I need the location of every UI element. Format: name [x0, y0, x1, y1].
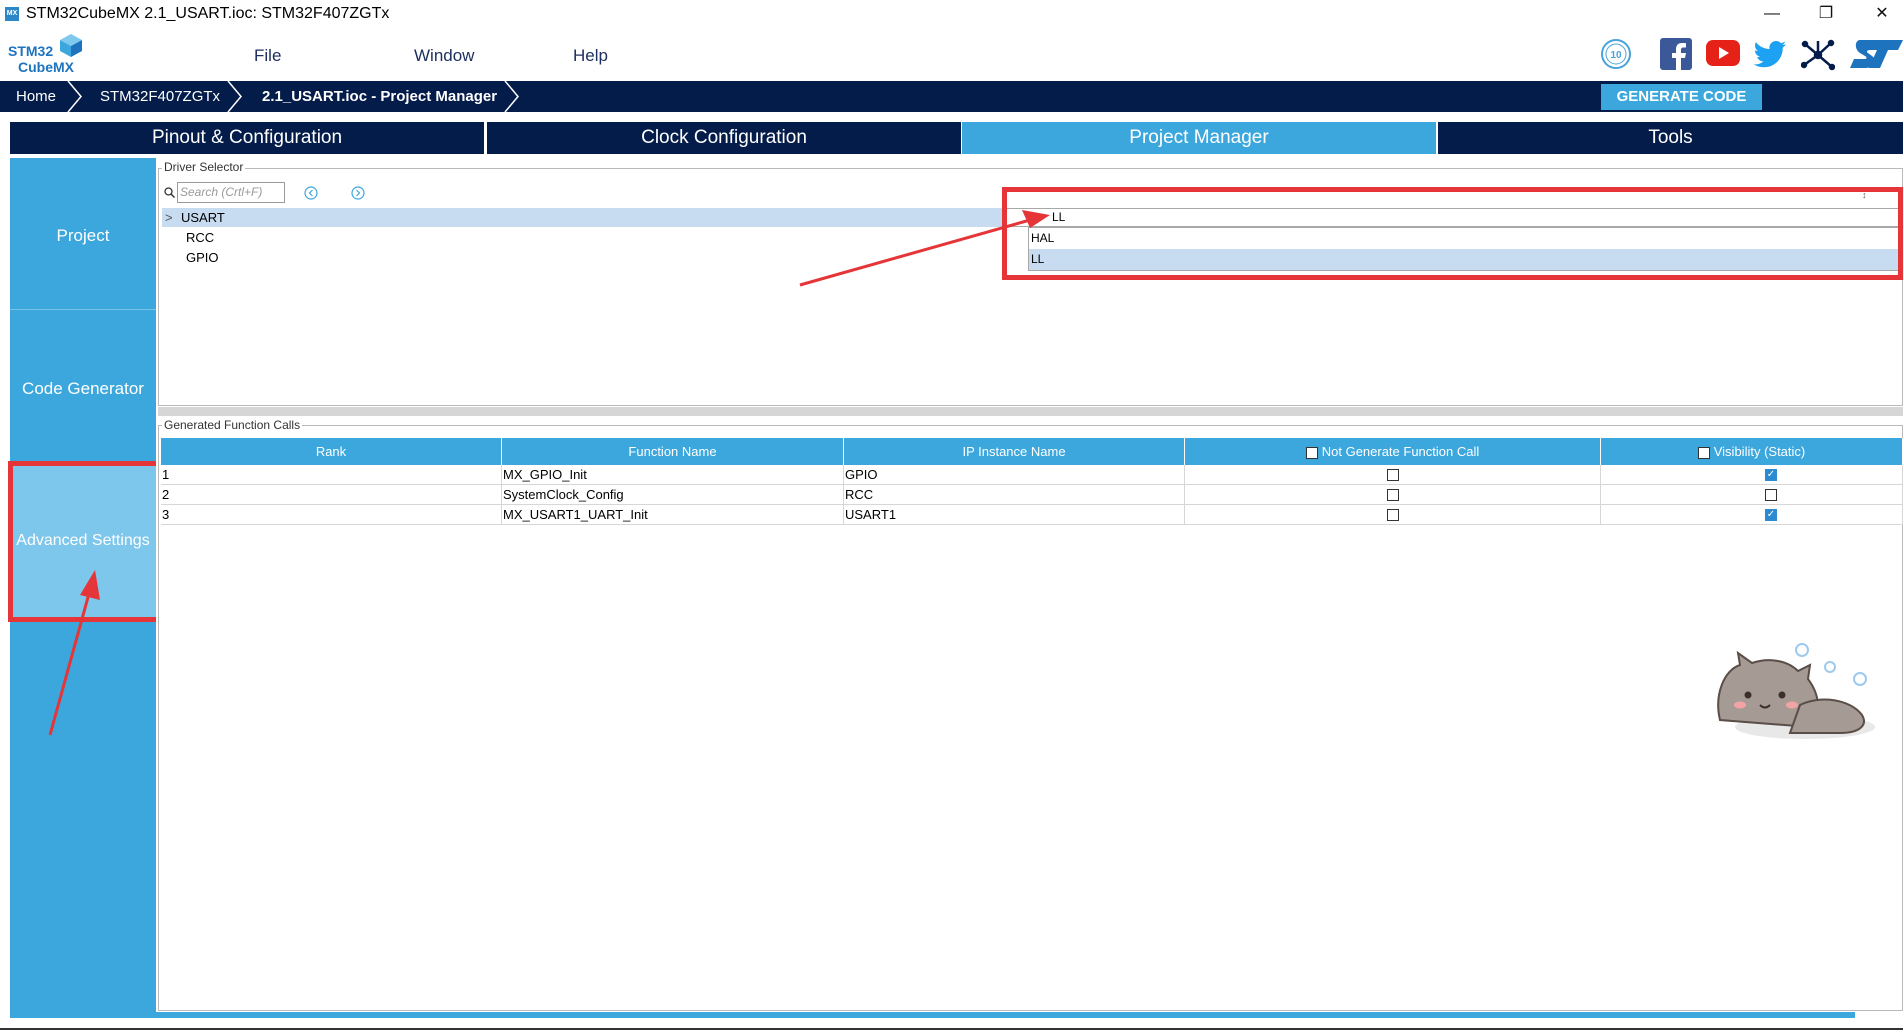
search-icon	[164, 187, 175, 198]
collapse-all-icon[interactable]	[304, 186, 318, 200]
expand-all-icon[interactable]	[351, 186, 365, 200]
cell-function-name: SystemClock_Config	[502, 485, 844, 505]
youtube-icon[interactable]	[1706, 40, 1740, 68]
sidebar-item-project[interactable]: Project	[10, 226, 156, 246]
title-bar: MX STM32CubeMX 2.1_USART.ioc: STM32F407Z…	[0, 0, 1903, 28]
menu-help[interactable]: Help	[573, 46, 608, 66]
cat-sticker-icon	[1717, 643, 1875, 739]
column-header-label: Not Generate Function Call	[1321, 444, 1480, 459]
logo-line1: STM32	[8, 43, 54, 59]
column-header-ip-instance[interactable]: IP Instance Name	[844, 438, 1185, 465]
tree-label: RCC	[186, 230, 215, 245]
cell-visibility	[1601, 485, 1903, 505]
column-header-rank[interactable]: Rank	[161, 438, 502, 465]
minimize-button[interactable]: —	[1752, 2, 1792, 26]
cell-ip-instance: GPIO	[844, 465, 1185, 485]
breadcrumb-chevron-icon	[504, 81, 519, 112]
cell-ip-instance: USART1	[844, 505, 1185, 525]
cell-visibility	[1601, 465, 1903, 485]
column-header-not-generate[interactable]: Not Generate Function Call	[1185, 438, 1601, 465]
tree-label: USART	[181, 210, 225, 225]
driver-selector-legend: Driver Selector	[162, 160, 246, 174]
stm32cubemx-logo: STM32 CubeMX	[0, 28, 90, 81]
column-header-visibility[interactable]: Visibility (Static)	[1601, 438, 1903, 465]
cell-function-name: MX_GPIO_Init	[502, 465, 844, 485]
cell-rank: 3	[161, 505, 502, 525]
chevron-right-icon[interactable]: >	[165, 208, 173, 227]
logo-line2: CubeMX	[18, 59, 74, 75]
maximize-button[interactable]: ❐	[1806, 2, 1846, 26]
tree-row-usart[interactable]: > USART	[162, 208, 1002, 227]
visibility-checkbox[interactable]: ✓	[1765, 509, 1777, 521]
st-logo-icon	[1850, 40, 1903, 68]
function-calls-legend: Generated Function Calls	[162, 418, 303, 432]
highlight-box	[1002, 187, 1903, 280]
network-icon[interactable]	[1801, 38, 1835, 72]
breadcrumb-chevron-icon	[227, 81, 242, 112]
column-header-function-name[interactable]: Function Name	[502, 438, 844, 465]
cell-visibility	[1601, 505, 1903, 525]
breadcrumb-project[interactable]: 2.1_USART.ioc - Project Manager	[246, 81, 517, 112]
cell-rank: 1	[161, 465, 502, 485]
close-button[interactable]: ✕	[1862, 2, 1902, 26]
cell-function-name: MX_USART1_UART_Init	[502, 505, 844, 525]
visibility-checkbox[interactable]	[1765, 489, 1777, 501]
cell-rank: 2	[161, 485, 502, 505]
svg-text:10: 10	[1610, 50, 1622, 61]
tree-label: GPIO	[186, 250, 219, 265]
column-header-label: Visibility (Static)	[1713, 444, 1806, 459]
splitter-bar[interactable]	[158, 407, 1903, 416]
menu-window[interactable]: Window	[414, 46, 474, 66]
tab-clock-configuration[interactable]: Clock Configuration	[487, 122, 961, 154]
10-year-badge-icon[interactable]: 10	[1600, 38, 1632, 70]
tree-row-gpio[interactable]: GPIO	[162, 248, 1002, 267]
breadcrumb-mcu[interactable]: STM32F407ZGTx	[84, 81, 240, 112]
app-icon: MX	[5, 7, 19, 21]
cell-ip-instance: RCC	[844, 485, 1185, 505]
tab-project-manager[interactable]: Project Manager	[962, 122, 1436, 154]
twitter-icon[interactable]	[1753, 38, 1787, 70]
cube-icon	[60, 34, 82, 57]
window-bottom-border	[0, 1028, 1903, 1030]
facebook-icon[interactable]	[1660, 38, 1692, 70]
tab-tools[interactable]: Tools	[1438, 122, 1903, 154]
menu-file[interactable]: File	[254, 46, 281, 66]
sidebar-divider	[10, 309, 156, 310]
window-title: STM32CubeMX 2.1_USART.ioc: STM32F407ZGTx	[26, 5, 390, 22]
menu-bar: STM32 CubeMX File Window Help 10	[0, 28, 1903, 81]
tab-pinout-configuration[interactable]: Pinout & Configuration	[10, 122, 484, 154]
not-generate-all-checkbox[interactable]	[1305, 446, 1318, 459]
not-generate-checkbox[interactable]	[1387, 509, 1399, 521]
tree-row-rcc[interactable]: RCC	[162, 228, 1002, 247]
not-generate-checkbox[interactable]	[1387, 489, 1399, 501]
horizontal-scrollbar[interactable]	[10, 1012, 1855, 1018]
sidebar-item-code-generator[interactable]: Code Generator	[10, 379, 156, 399]
breadcrumb-chevron-icon	[67, 81, 82, 112]
generate-code-button[interactable]: GENERATE CODE	[1601, 84, 1762, 110]
search-input[interactable]: Search (Crtl+F)	[177, 182, 285, 203]
not-generate-checkbox[interactable]	[1387, 469, 1399, 481]
visibility-all-checkbox[interactable]	[1697, 446, 1710, 459]
highlight-box	[8, 461, 163, 622]
breadcrumb-home[interactable]: Home	[0, 81, 76, 112]
visibility-checkbox[interactable]: ✓	[1765, 469, 1777, 481]
